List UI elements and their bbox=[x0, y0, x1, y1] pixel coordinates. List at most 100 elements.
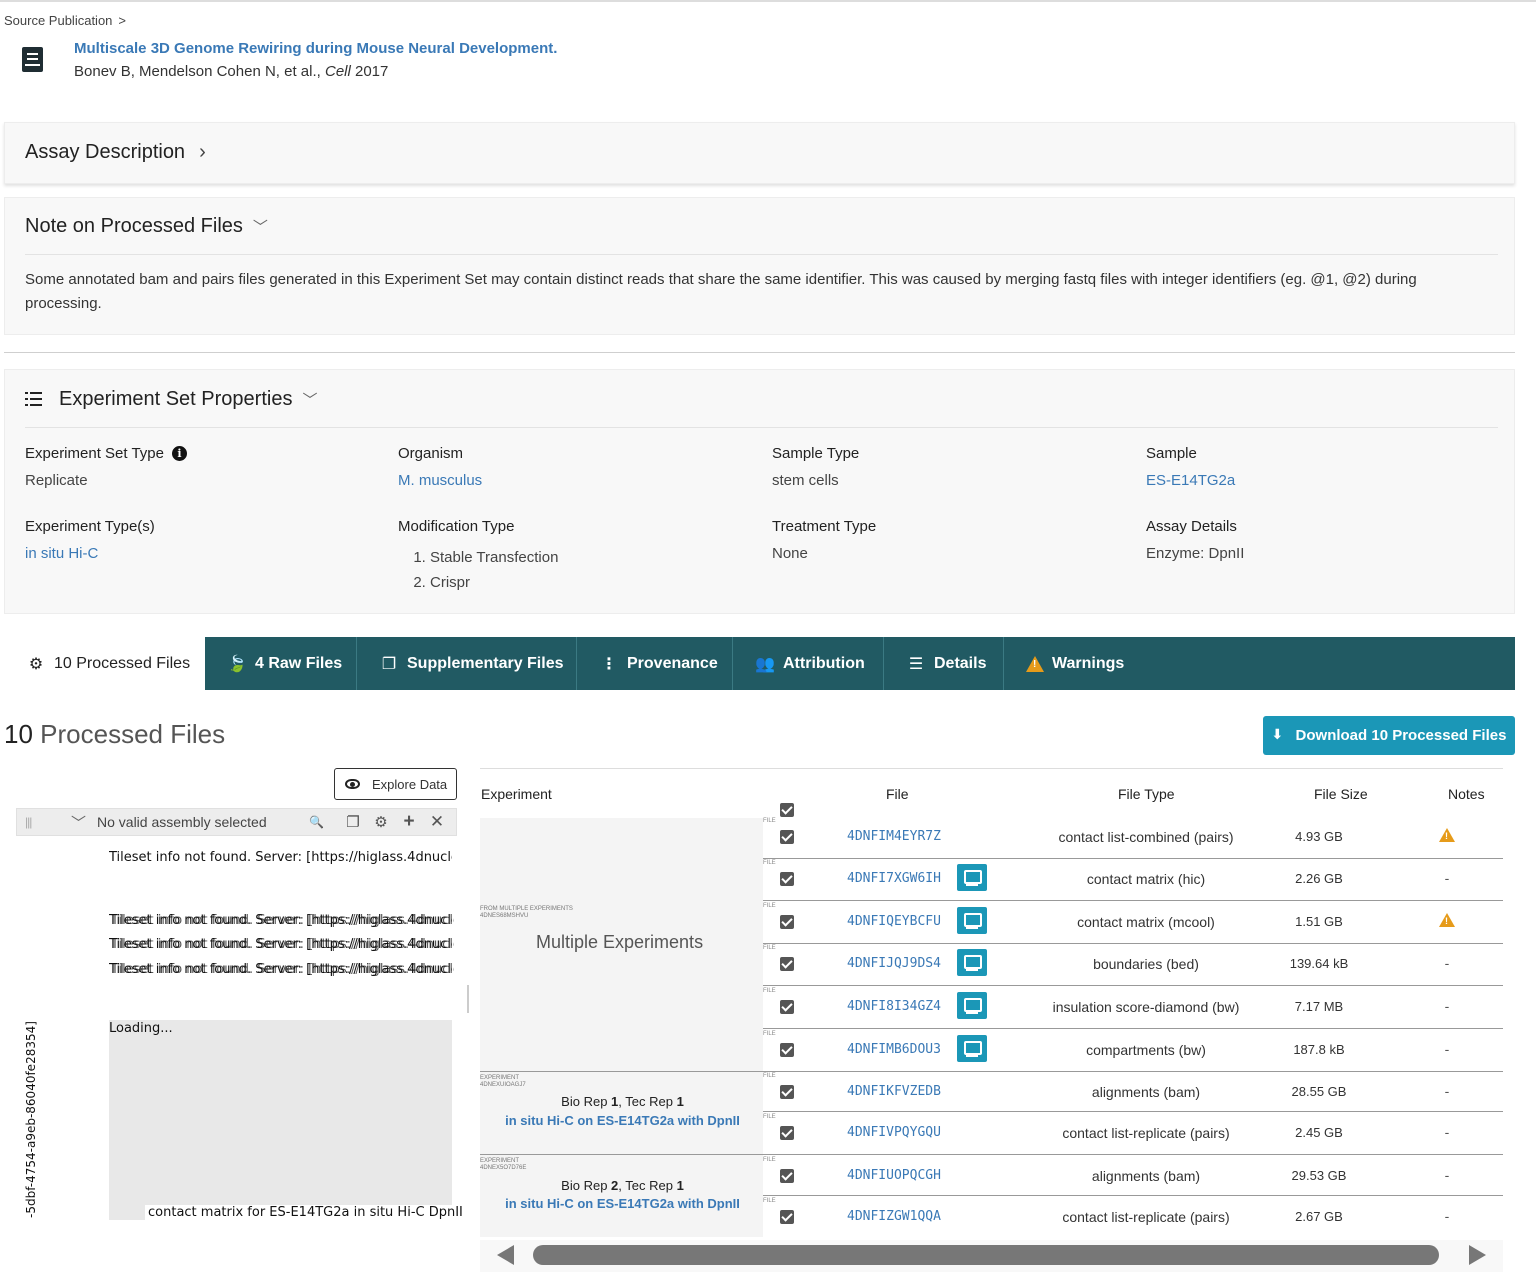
tab-supplementary-files[interactable]: ❐ Supplementary Files bbox=[357, 637, 577, 690]
file-link[interactable]: 4DNFIJQJ9DS4 bbox=[847, 956, 941, 971]
gear-icon[interactable]: ⚙ bbox=[367, 813, 395, 831]
file-link[interactable]: 4DNFI8I34GZ4 bbox=[847, 999, 941, 1014]
file-checkbox[interactable] bbox=[780, 872, 794, 886]
vertical-track-label: -5dbf-4754-a9eb-86040fe28354] bbox=[24, 1021, 38, 1218]
visualize-monitor-icon[interactable] bbox=[957, 907, 987, 934]
file-checkbox[interactable] bbox=[780, 915, 794, 929]
experiment-link[interactable]: in situ Hi-C on ES-E14TG2a with DpnII bbox=[480, 1113, 765, 1128]
table-row: FILE 4DNFI8I34GZ4 insulation score-diamond… bbox=[763, 986, 1503, 1029]
file-link[interactable]: 4DNFIZGW1QQA bbox=[847, 1209, 941, 1224]
table-row: FILE 4DNFIZGW1QQA contact list-replicate (… bbox=[763, 1198, 1450, 1225]
file-link[interactable]: 4DNFIVPQYGQU bbox=[847, 1125, 941, 1140]
explore-data-button[interactable]: Explore Data bbox=[334, 768, 457, 800]
tab-details[interactable]: ☰ Details bbox=[884, 637, 1004, 690]
warning-icon[interactable] bbox=[1439, 828, 1455, 842]
book-icon bbox=[22, 47, 43, 72]
assay-description-title[interactable]: Assay Description › bbox=[25, 141, 206, 164]
drag-handle-icon[interactable]: ||| bbox=[25, 815, 45, 829]
copy-icon[interactable]: ❐ bbox=[339, 813, 367, 831]
chevron-right-icon: > bbox=[118, 13, 126, 28]
header-file[interactable]: File bbox=[886, 786, 909, 802]
prop-assay-details: Assay Details Enzyme: DpnII bbox=[1146, 518, 1245, 562]
file-link[interactable]: 4DNFIMB6DOU3 bbox=[847, 1042, 941, 1057]
add-icon[interactable]: + bbox=[395, 811, 423, 833]
replicate-label: Bio Rep 2, Tec Rep 1 bbox=[561, 1178, 684, 1193]
assay-description-panel[interactable]: Assay Description › bbox=[4, 122, 1515, 184]
tab-warnings[interactable]: Warnings bbox=[1004, 637, 1144, 690]
list-item: Stable Transfection bbox=[430, 545, 558, 570]
scrollbar-thumb[interactable] bbox=[533, 1245, 1439, 1265]
tab-raw-files[interactable]: 🍃 4 Raw Files bbox=[205, 637, 357, 690]
table-row: FILE 4DNFIM4EYR7Z contact list-combined (p… bbox=[763, 816, 1503, 859]
tab-attribution[interactable]: 👥 Attribution bbox=[733, 637, 884, 690]
note-title[interactable]: Note on Processed Files ﹀ bbox=[25, 215, 268, 238]
experiment-type-link[interactable]: in situ Hi-C bbox=[25, 545, 155, 562]
eye-icon bbox=[345, 779, 360, 789]
prop-sample-type: Sample Type stem cells bbox=[772, 445, 860, 489]
heatmap-track[interactable] bbox=[109, 1020, 452, 1220]
prop-experiment-types: Experiment Type(s) in situ Hi-C bbox=[25, 518, 155, 562]
experiment-link[interactable]: in situ Hi-C on ES-E14TG2a with DpnII bbox=[480, 1196, 765, 1211]
assembly-selector[interactable]: No valid assembly selected bbox=[97, 814, 309, 830]
download-processed-files-button[interactable]: Download 10 Processed Files bbox=[1263, 716, 1515, 755]
file-checkbox[interactable] bbox=[780, 1043, 794, 1057]
visualize-monitor-icon[interactable] bbox=[957, 1035, 987, 1062]
file-link[interactable]: 4DNFI7XGW6IH bbox=[847, 871, 941, 886]
file-link[interactable]: 4DNFIM4EYR7Z bbox=[847, 829, 941, 844]
file-checkbox[interactable] bbox=[780, 1169, 794, 1183]
file-checkbox[interactable] bbox=[780, 1085, 794, 1099]
prop-sample: Sample ES-E14TG2a bbox=[1146, 445, 1236, 489]
organism-link[interactable]: M. musculus bbox=[398, 472, 482, 489]
header-file-type[interactable]: File Type bbox=[1118, 786, 1175, 802]
note-panel: Note on Processed Files ﹀ Some annotated … bbox=[4, 197, 1515, 335]
scroll-left-arrow-icon[interactable] bbox=[497, 1245, 514, 1265]
loading-text: Loading... bbox=[109, 1021, 173, 1036]
header-experiment[interactable]: Experiment bbox=[481, 786, 552, 802]
prop-experiment-set-type: Experiment Set Type i Replicate bbox=[25, 445, 187, 489]
header-file-size[interactable]: File Size bbox=[1314, 786, 1368, 802]
table-row: FILE 4DNFIJQJ9DS4 boundaries (bed) 139.64 k… bbox=[763, 943, 1503, 986]
note-body: Some annotated bam and pairs files gener… bbox=[25, 271, 1417, 312]
warning-icon bbox=[1026, 655, 1044, 672]
table-row: FILE 4DNFIUOPQCGH alignments (bam) 29.53 GB… bbox=[763, 1155, 1503, 1196]
visualize-monitor-icon[interactable] bbox=[957, 992, 987, 1019]
tab-bar: ⚙ 10 Processed Files 🍃 4 Raw Files ❐ Supple… bbox=[4, 637, 1515, 690]
source-publication-label[interactable]: Source Publication > bbox=[4, 13, 126, 28]
file-checkbox[interactable] bbox=[780, 1000, 794, 1014]
file-checkbox[interactable] bbox=[780, 1126, 794, 1140]
scroll-right-arrow-icon[interactable] bbox=[1469, 1245, 1486, 1265]
tab-processed-files[interactable]: ⚙ 10 Processed Files bbox=[4, 637, 205, 690]
file-link[interactable]: 4DNFIQEYBCFU bbox=[847, 914, 941, 929]
chevron-right-icon: › bbox=[199, 141, 206, 163]
publication-authors: Bonev B, Mendelson Cohen N, et al., Cell… bbox=[74, 63, 389, 80]
divider bbox=[25, 254, 1498, 255]
table-header: Experiment File File Type File Size Note… bbox=[480, 768, 1503, 818]
info-icon[interactable]: i bbox=[171, 446, 187, 461]
chevron-down-icon: ﹀ bbox=[302, 392, 318, 409]
header-notes[interactable]: Notes bbox=[1448, 786, 1485, 802]
sitemap-icon: ⋮ bbox=[601, 655, 617, 673]
table-row: FILE 4DNFIMB6DOU3 compartments (bw) 187.8 k… bbox=[763, 1029, 1503, 1072]
file-checkbox[interactable] bbox=[780, 830, 794, 844]
file-link[interactable]: 4DNFIKFVZEDB bbox=[847, 1084, 941, 1099]
tileset-message-overlap: Tileset info not found. Server: [https:/… bbox=[111, 937, 454, 952]
resize-handle[interactable] bbox=[467, 985, 469, 1013]
visualize-monitor-icon[interactable] bbox=[957, 949, 987, 976]
properties-title[interactable]: Experiment Set Properties ﹀ bbox=[59, 388, 317, 411]
sample-link[interactable]: ES-E14TG2a bbox=[1146, 472, 1235, 489]
file-checkbox[interactable] bbox=[780, 1210, 794, 1224]
file-link[interactable]: 4DNFIUOPQCGH bbox=[847, 1168, 941, 1183]
download-icon bbox=[1272, 726, 1286, 743]
warning-icon[interactable] bbox=[1439, 913, 1455, 927]
search-icon[interactable]: 🔍 bbox=[309, 815, 339, 829]
file-checkbox[interactable] bbox=[780, 957, 794, 971]
visualize-monitor-icon[interactable] bbox=[957, 864, 987, 891]
leaf-icon: 🍃 bbox=[227, 655, 247, 673]
tab-provenance[interactable]: ⋮ Provenance bbox=[577, 637, 733, 690]
list-item: Crispr bbox=[430, 570, 558, 595]
close-icon[interactable]: ✕ bbox=[423, 812, 451, 832]
chevron-down-icon[interactable]: ﹀ bbox=[71, 812, 97, 833]
table-row: FILE 4DNFI7XGW6IH contact matrix (hic) 2.26… bbox=[763, 858, 1503, 901]
publication-title[interactable]: Multiscale 3D Genome Rewiring during Mou… bbox=[74, 40, 557, 57]
table-row: FILE 4DNFIKFVZEDB alignments (bam) 28.55 GB… bbox=[763, 1071, 1503, 1112]
